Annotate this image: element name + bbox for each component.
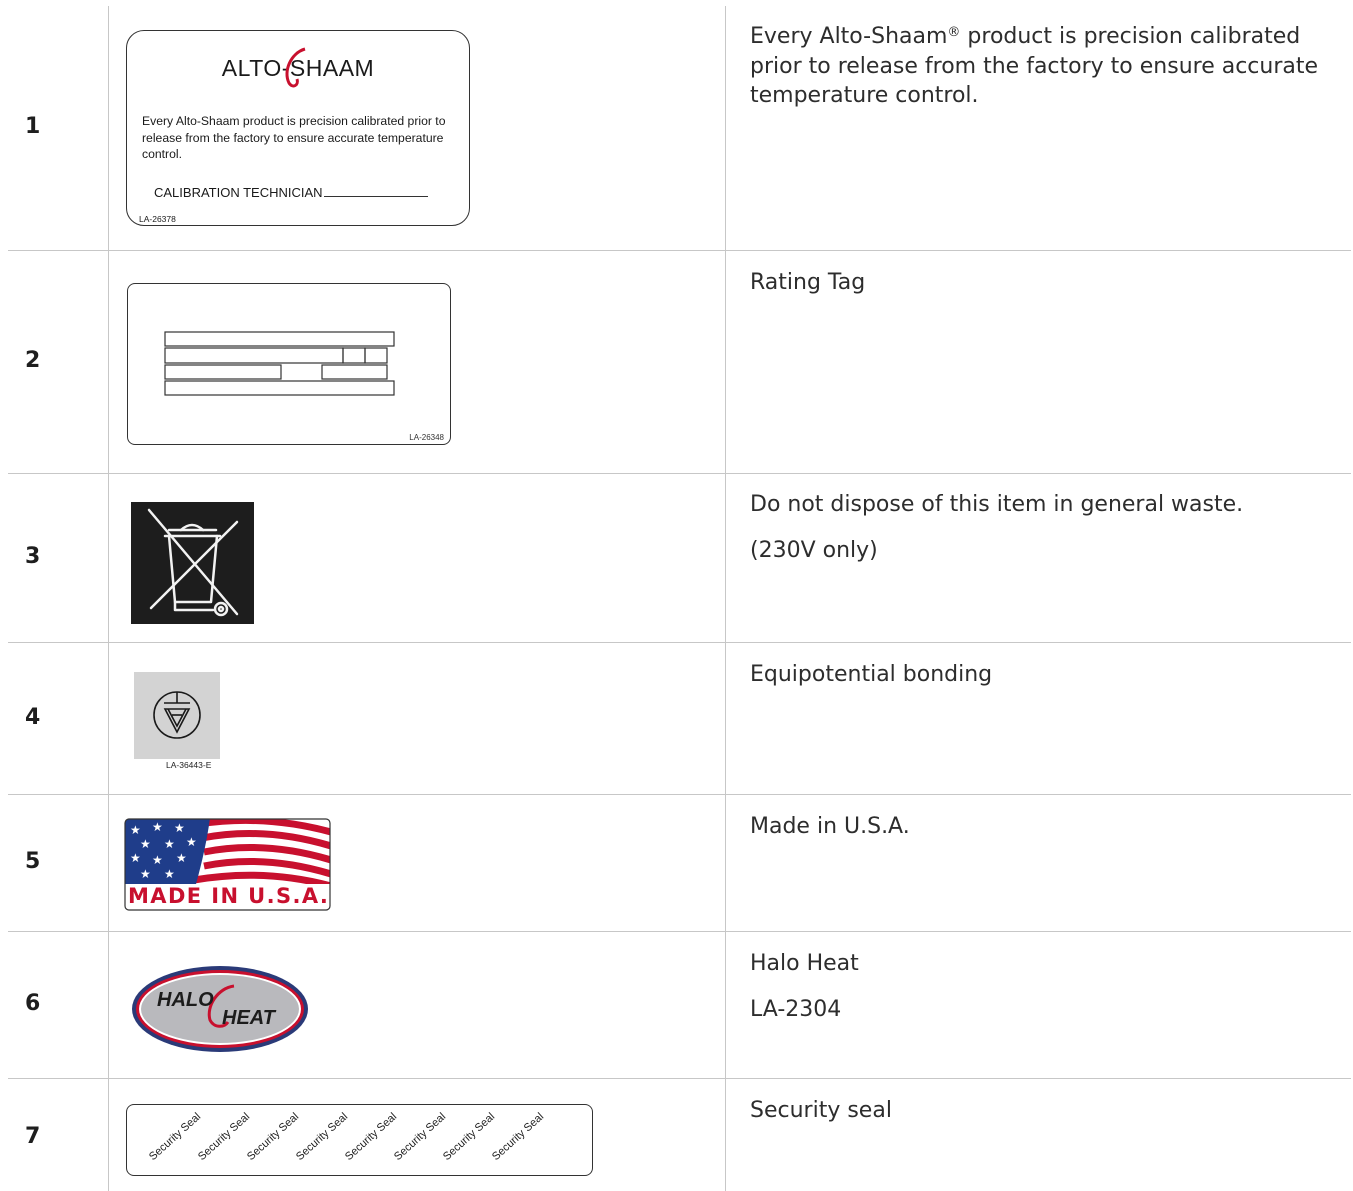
label-code: LA-26378	[139, 214, 176, 224]
row-divider	[8, 931, 1351, 932]
labels-table: 1 ALTO-SHAAM Every Alto-Shaam product is…	[0, 0, 1353, 1191]
security-seal-text: Security Seal	[195, 1110, 253, 1163]
description-text: LA-2304	[750, 996, 842, 1022]
description-text: Do not dispose of this item in general w…	[750, 492, 1244, 517]
row-number: 1	[25, 114, 41, 139]
security-seal-text: Security Seal	[244, 1110, 302, 1163]
svg-text:★: ★	[176, 851, 187, 865]
row-description: Every Alto-Shaam® product is precision c…	[750, 22, 1335, 111]
security-seal-text: Security Seal	[391, 1110, 449, 1163]
row-number: 5	[25, 849, 41, 874]
row-description: Rating Tag	[750, 268, 1335, 298]
row-number: 6	[25, 991, 41, 1016]
row-description: Security seal	[750, 1096, 1335, 1126]
crossed-out-wheelie-bin-icon	[131, 502, 254, 624]
row-number: 7	[25, 1124, 41, 1149]
row-divider	[8, 473, 1351, 474]
label-code: LA-26348	[409, 433, 444, 442]
row-number: 4	[25, 705, 41, 730]
description-text: Rating Tag	[750, 270, 866, 295]
row-number: 3	[25, 544, 41, 569]
made-in-usa-text: MADE IN U.S.A.	[128, 884, 330, 908]
description-text: Made in U.S.A.	[750, 814, 910, 839]
halo-text: HALO	[157, 989, 214, 1011]
label-code: LA-36443-E	[166, 760, 212, 770]
equipotential-bonding-icon	[134, 672, 220, 759]
column-divider	[108, 6, 109, 1191]
svg-text:★: ★	[140, 867, 151, 881]
technician-label: CALIBRATION TECHNICIAN	[154, 185, 323, 200]
rating-tag-fields	[164, 331, 395, 396]
column-divider	[725, 6, 726, 1191]
security-seal-text: Security Seal	[342, 1110, 400, 1163]
svg-text:★: ★	[152, 820, 163, 834]
signature-line	[323, 185, 428, 197]
row-description: Halo Heat LA-2304	[750, 949, 1335, 1024]
security-seal-text: Security Seal	[146, 1110, 204, 1163]
heat-text: HEAT	[222, 1007, 275, 1029]
row-divider	[8, 1078, 1351, 1079]
rating-tag-label: LA-26348	[127, 283, 451, 445]
svg-text:★: ★	[152, 853, 163, 867]
calibration-label: ALTO-SHAAM Every Alto-Shaam product is p…	[126, 30, 470, 226]
security-seal-text: Security Seal	[293, 1110, 351, 1163]
security-seal-text: Security Seal	[489, 1110, 547, 1163]
svg-text:★: ★	[130, 851, 141, 865]
row-divider	[8, 250, 1351, 251]
registered-mark: ®	[947, 25, 961, 40]
row-description: Equipotential bonding	[750, 660, 1335, 690]
svg-text:★: ★	[164, 867, 175, 881]
row-description: Made in U.S.A.	[750, 812, 1335, 842]
logo-swoosh-icon	[285, 47, 306, 88]
calibration-text: Every Alto-Shaam product is precision ca…	[142, 114, 446, 161]
description-text: Security seal	[750, 1098, 892, 1123]
security-seal-label: Security Seal Security Seal Security Sea…	[126, 1104, 593, 1176]
svg-text:★: ★	[140, 837, 151, 851]
svg-text:★: ★	[174, 821, 185, 835]
row-divider	[8, 642, 1351, 643]
svg-text:★: ★	[186, 835, 197, 849]
description-text: Equipotential bonding	[750, 662, 993, 687]
row-description: Do not dispose of this item in general w…	[750, 490, 1335, 565]
technician-line: CALIBRATION TECHNICIAN	[154, 185, 428, 200]
row-number: 2	[25, 348, 41, 373]
security-seal-text: Security Seal	[440, 1110, 498, 1163]
svg-text:★: ★	[164, 837, 175, 851]
description-text: Halo Heat	[750, 951, 859, 976]
row-divider	[8, 794, 1351, 795]
svg-text:★: ★	[130, 823, 141, 837]
description-text: Every Alto-Shaam	[750, 24, 948, 49]
description-text: (230V only)	[750, 537, 878, 563]
